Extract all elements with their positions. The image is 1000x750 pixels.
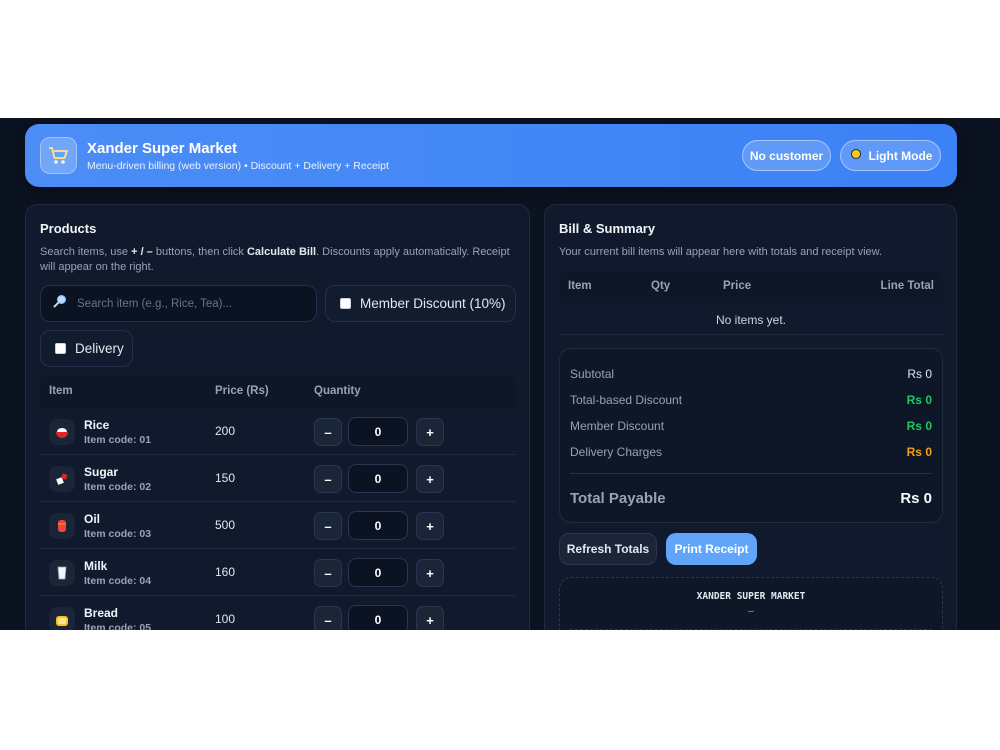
delivery-toggle[interactable]: Delivery bbox=[40, 330, 133, 367]
member-discount-label: Member Discount (10%) bbox=[360, 296, 506, 311]
payable-value: Rs 0 bbox=[900, 490, 932, 507]
refresh-totals-button[interactable]: Refresh Totals bbox=[559, 533, 657, 565]
col-item: Item bbox=[49, 385, 73, 397]
bread-icon bbox=[49, 607, 75, 630]
quantity-input[interactable]: 0 bbox=[348, 464, 408, 493]
summary-panel: Subtotal Rs 0 Total-based Discount Rs 0 … bbox=[559, 348, 943, 523]
increase-button[interactable]: + bbox=[416, 559, 444, 587]
app-viewport: Xander Super Market Menu-driven billing … bbox=[0, 118, 1000, 630]
member-discount-toggle[interactable]: Member Discount (10%) bbox=[325, 285, 516, 322]
search-input[interactable] bbox=[77, 297, 297, 310]
oil-can-icon bbox=[49, 513, 75, 539]
product-price: 160 bbox=[215, 565, 236, 579]
bill-empty-message: No items yet. bbox=[559, 303, 943, 335]
products-table-header: Item Price (Rs) Quantity bbox=[40, 376, 516, 408]
product-price: 100 bbox=[215, 612, 236, 626]
theme-toggle-button[interactable]: Light Mode bbox=[840, 140, 941, 171]
products-card: Products Search items, use + / – buttons… bbox=[25, 204, 530, 630]
decrease-button[interactable]: – bbox=[314, 465, 342, 493]
subtotal-value: Rs 0 bbox=[907, 367, 932, 381]
member-discount-value: Rs 0 bbox=[906, 419, 932, 433]
product-name: Bread bbox=[84, 606, 119, 620]
product-name: Sugar bbox=[84, 465, 119, 479]
decrease-button[interactable]: – bbox=[314, 606, 342, 630]
product-row: Bread Item code: 05 100 – 0 + bbox=[40, 596, 516, 630]
receipt-divider bbox=[570, 629, 932, 630]
quantity-input[interactable]: 0 bbox=[348, 558, 408, 587]
product-name: Rice bbox=[84, 418, 110, 432]
col-qty: Qty bbox=[651, 280, 671, 292]
rice-bowl-icon bbox=[49, 419, 75, 445]
product-code: Item code: 02 bbox=[84, 481, 152, 493]
increase-button[interactable]: + bbox=[416, 606, 444, 630]
member-discount-row: Member Discount Rs 0 bbox=[570, 419, 932, 433]
product-code: Item code: 05 bbox=[84, 622, 152, 630]
search-icon bbox=[53, 294, 67, 313]
increase-button[interactable]: + bbox=[416, 465, 444, 493]
subtotal-row: Subtotal Rs 0 bbox=[570, 367, 932, 381]
print-receipt-button[interactable]: Print Receipt bbox=[666, 533, 757, 565]
customer-label: No customer bbox=[749, 148, 824, 163]
app-subtitle: Menu-driven billing (web version) • Disc… bbox=[87, 160, 389, 172]
delivery-label: Delivery bbox=[75, 341, 124, 356]
increase-button[interactable]: + bbox=[416, 418, 444, 446]
bill-subtitle: Your current bill items will appear here… bbox=[559, 246, 883, 258]
decrease-button[interactable]: – bbox=[314, 418, 342, 446]
col-line-total: Line Total bbox=[880, 280, 934, 292]
delivery-value: Rs 0 bbox=[906, 445, 932, 459]
total-discount-row: Total-based Discount Rs 0 bbox=[570, 393, 932, 407]
summary-divider bbox=[570, 473, 932, 474]
quantity-input[interactable]: 0 bbox=[348, 605, 408, 630]
member-discount-checkbox[interactable] bbox=[340, 298, 351, 309]
products-help: Search items, use + / – buttons, then cl… bbox=[40, 246, 510, 273]
product-price: 150 bbox=[215, 471, 236, 485]
payable-row: Total Payable Rs 0 bbox=[570, 490, 932, 507]
bill-table-header: Item Qty Price Line Total bbox=[559, 271, 943, 303]
search-field[interactable] bbox=[40, 285, 317, 322]
product-name: Oil bbox=[84, 512, 101, 526]
app-header: Xander Super Market Menu-driven billing … bbox=[25, 124, 957, 187]
product-code: Item code: 04 bbox=[84, 575, 152, 587]
product-row: Sugar Item code: 02 150 – 0 + bbox=[40, 455, 516, 502]
bill-title: Bill & Summary bbox=[559, 221, 656, 236]
delivery-row: Delivery Charges Rs 0 bbox=[570, 445, 932, 459]
receipt-title: XANDER SUPER MARKET bbox=[696, 591, 806, 602]
total-discount-value: Rs 0 bbox=[906, 393, 932, 407]
quantity-input[interactable]: 0 bbox=[348, 511, 408, 540]
decrease-button[interactable]: – bbox=[314, 559, 342, 587]
sun-icon bbox=[849, 147, 863, 164]
receipt-preview: XANDER SUPER MARKET – bbox=[559, 577, 943, 630]
customer-button[interactable]: No customer bbox=[742, 140, 831, 171]
receipt-subline: – bbox=[747, 606, 755, 617]
bill-card: Bill & Summary Your current bill items w… bbox=[544, 204, 957, 630]
col-item: Item bbox=[568, 280, 592, 292]
product-code: Item code: 01 bbox=[84, 434, 152, 446]
product-name: Milk bbox=[84, 559, 108, 573]
product-row: Rice Item code: 01 200 – 0 + bbox=[40, 408, 516, 455]
col-price: Price (Rs) bbox=[215, 385, 269, 397]
product-price: 500 bbox=[215, 518, 236, 532]
col-quantity: Quantity bbox=[314, 385, 361, 397]
products-title: Products bbox=[40, 221, 97, 236]
product-row: Oil Item code: 03 500 – 0 + bbox=[40, 502, 516, 549]
decrease-button[interactable]: – bbox=[314, 512, 342, 540]
col-price: Price bbox=[723, 280, 752, 292]
product-row: Milk Item code: 04 160 – 0 + bbox=[40, 549, 516, 596]
theme-label: Light Mode bbox=[868, 148, 933, 163]
product-price: 200 bbox=[215, 424, 236, 438]
milk-glass-icon bbox=[49, 560, 75, 586]
increase-button[interactable]: + bbox=[416, 512, 444, 540]
shopping-cart-icon bbox=[40, 137, 77, 174]
product-code: Item code: 03 bbox=[84, 528, 152, 540]
app-title: Xander Super Market bbox=[87, 140, 238, 157]
sugar-icon bbox=[49, 466, 75, 492]
delivery-checkbox[interactable] bbox=[55, 343, 66, 354]
quantity-input[interactable]: 0 bbox=[348, 417, 408, 446]
